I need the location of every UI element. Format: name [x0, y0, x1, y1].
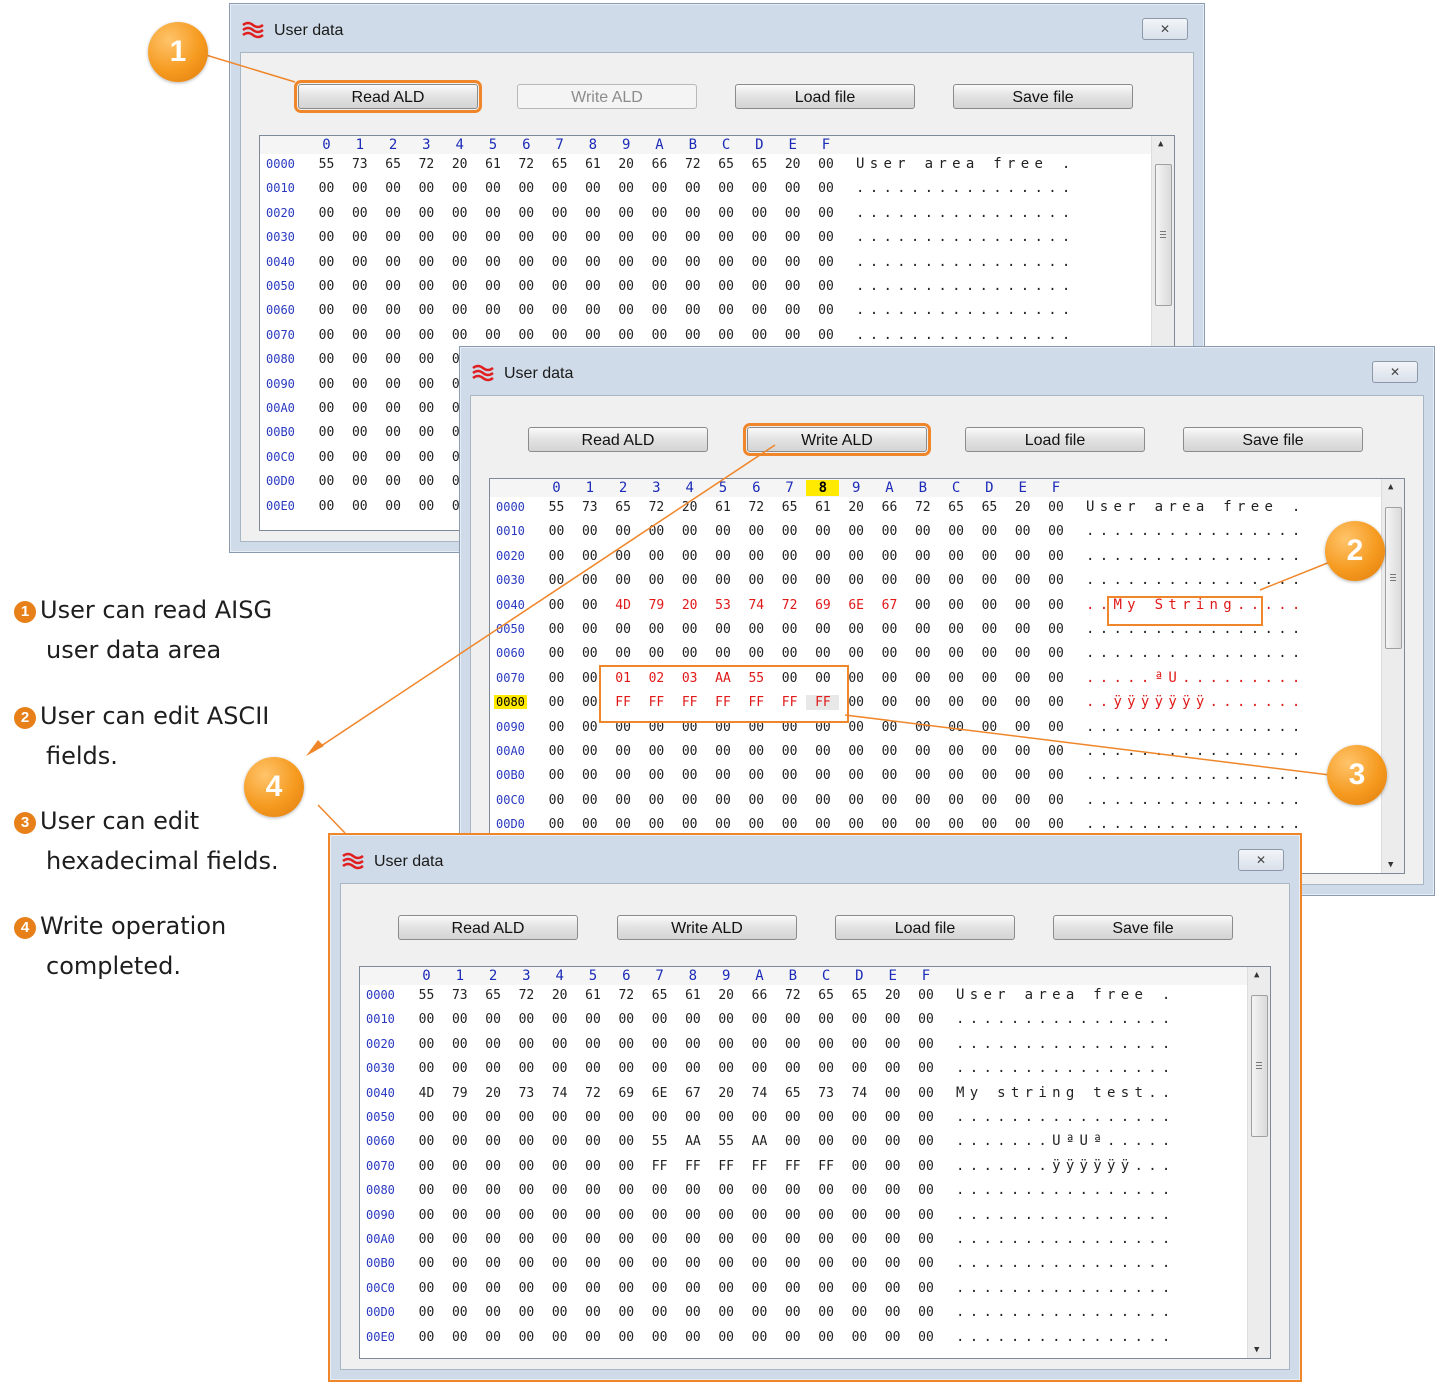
legend-text: completed. — [46, 952, 181, 980]
legend-text: User can read AISG — [40, 596, 273, 624]
callout-bubble-1: 1 — [148, 22, 208, 82]
callout-connector-lines — [195, 51, 1331, 834]
legend-item-2: 2 User can edit ASCII fields. — [14, 696, 304, 776]
callout-bubble-2: 2 — [1325, 521, 1385, 581]
legend-text: fields. — [46, 742, 118, 770]
legend-number: 2 — [14, 707, 36, 729]
legend-item-3: 3 User can edit hexadecimal fields. — [14, 801, 304, 881]
callout-bubble-3: 3 — [1327, 745, 1387, 805]
legend-text: User can edit ASCII — [40, 702, 270, 730]
legend-text: user data area — [46, 636, 222, 664]
legend-text: hexadecimal fields. — [46, 847, 279, 875]
legend-item-4: 4 Write operation completed. — [14, 906, 304, 986]
legend-number: 4 — [14, 917, 36, 939]
legend-number: 3 — [14, 812, 36, 834]
legend-text: Write operation — [40, 912, 227, 940]
legend-number: 1 — [14, 601, 36, 623]
legend-text: User can edit — [40, 807, 200, 835]
legend-item-1: 1 User can read AISG user data area — [14, 590, 304, 670]
